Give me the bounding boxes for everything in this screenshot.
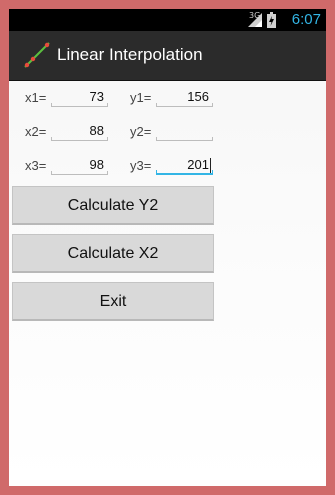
row-point-2: x2= y2= [9, 121, 326, 145]
y1-label: y1= [130, 90, 152, 105]
x3-field[interactable] [51, 155, 108, 175]
text-cursor [210, 158, 211, 173]
exit-button[interactable]: Exit [12, 282, 214, 321]
y3-field[interactable] [156, 155, 213, 175]
calculate-y2-button[interactable]: Calculate Y2 [12, 186, 214, 225]
x2-field[interactable] [51, 121, 108, 141]
y3-input[interactable] [156, 155, 213, 173]
action-bar: Linear Interpolation [9, 31, 326, 81]
signal-strength-icon [248, 13, 262, 27]
y3-label: y3= [130, 158, 152, 173]
x3-input[interactable] [51, 155, 108, 174]
y2-input[interactable] [156, 121, 213, 140]
y1-field[interactable] [156, 87, 213, 107]
x1-field[interactable] [51, 87, 108, 107]
row-point-1: x1= y1= [9, 87, 326, 111]
x2-input[interactable] [51, 121, 108, 140]
battery-charging-icon [267, 12, 276, 28]
status-bar: 3G 6:07 [9, 9, 326, 31]
status-clock: 6:07 [291, 11, 321, 28]
x1-input[interactable] [51, 87, 108, 106]
y1-input[interactable] [156, 87, 213, 106]
app-title: Linear Interpolation [57, 45, 203, 64]
y2-field[interactable] [156, 121, 213, 141]
app-screen: 3G 6:07 Linear Interpolation x1= 73 y1= … [9, 9, 326, 486]
y2-label: y2= [130, 124, 152, 139]
x3-label: x3= [25, 158, 47, 173]
device-frame: 3G 6:07 Linear Interpolation x1= 73 y1= … [0, 0, 335, 495]
x1-label: x1= [25, 90, 47, 105]
x2-label: x2= [25, 124, 47, 139]
calculate-x2-button[interactable]: Calculate X2 [12, 234, 214, 273]
row-point-3: x3= y3= [9, 155, 326, 179]
line-graph-icon [24, 42, 50, 68]
